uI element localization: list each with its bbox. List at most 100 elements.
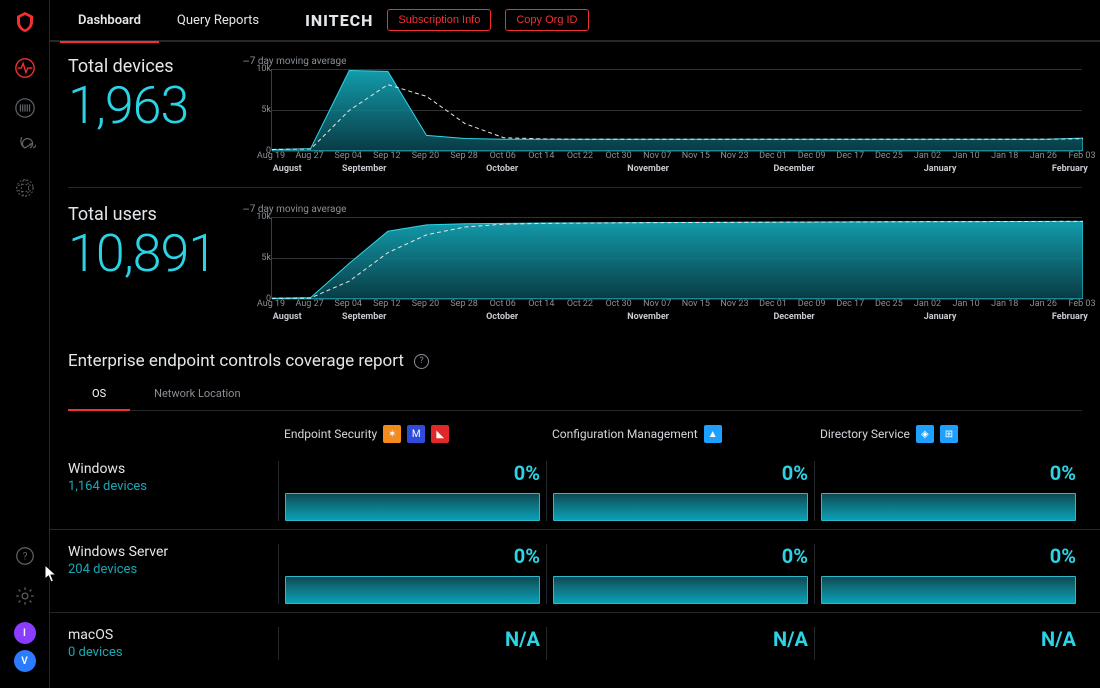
x-tick: Sep 20 (412, 151, 440, 161)
x-month: November (627, 312, 669, 322)
x-tick: Sep 04 (334, 299, 362, 309)
x-tick: Dec 17 (836, 299, 864, 309)
x-month: August (273, 312, 302, 322)
x-month: February (1052, 164, 1088, 174)
org-name: INITECH (305, 11, 373, 30)
nav-item-pulse[interactable] (13, 56, 37, 80)
x-tick: Jan 18 (991, 299, 1018, 309)
metric-row-users: Total users 10,891 7 day moving average … (50, 190, 1100, 333)
x-tick: Sep 04 (334, 151, 362, 161)
x-tick: Nov 07 (643, 299, 671, 309)
coverage-percent: 0% (553, 461, 808, 485)
x-tick: Aug 19 (257, 299, 285, 309)
metric-row-devices: Total devices 1,963 7 day moving average… (50, 42, 1100, 185)
vendor-icon: M (407, 425, 425, 443)
x-tick: Jan 02 (914, 299, 941, 309)
x-month: February (1052, 312, 1088, 322)
tab-query-reports[interactable]: Query Reports (159, 0, 277, 41)
x-month: August (273, 164, 302, 174)
coverage-title: Enterprise endpoint controls coverage re… (68, 351, 404, 371)
x-month: December (773, 312, 814, 322)
users-chart: 10k5k0 (243, 217, 1082, 299)
x-tick: Feb 03 (1068, 299, 1095, 309)
x-tick: Sep 12 (373, 151, 401, 161)
os-name: Windows (68, 461, 278, 477)
subtab-os[interactable]: OS (68, 377, 130, 410)
x-tick: Dec 25 (875, 299, 903, 309)
x-tick: Oct 22 (567, 299, 593, 309)
vendor-icon: ⊞ (940, 425, 958, 443)
x-tick: Sep 28 (450, 151, 478, 161)
x-tick: Nov 15 (682, 299, 710, 309)
coverage-percent: 0% (285, 461, 540, 485)
x-tick: Jan 10 (953, 151, 980, 161)
y-tick: 10k (256, 64, 271, 74)
x-tick: Sep 20 (412, 299, 440, 309)
x-tick: Nov 23 (720, 151, 748, 161)
help-icon[interactable]: ? (13, 544, 37, 568)
coverage-cell: 0% (546, 544, 814, 604)
x-tick: Oct 14 (528, 151, 554, 161)
x-tick: Nov 23 (720, 299, 748, 309)
metric-value: 1,963 (68, 79, 243, 134)
settings-icon[interactable] (13, 584, 37, 608)
nav-item-barcode[interactable] (13, 96, 37, 120)
coverage-percent: 0% (821, 544, 1076, 568)
os-device-count: 0 devices (68, 645, 278, 660)
vendor-icon: ◣ (431, 425, 449, 443)
chart-legend: 7 day moving average (243, 204, 1082, 215)
left-rail: ? IV (0, 0, 50, 688)
x-month: September (342, 164, 386, 174)
coverage-category-label: Endpoint Security (284, 427, 377, 441)
x-tick: Dec 25 (875, 151, 903, 161)
x-month: January (924, 312, 957, 322)
x-tick: Sep 12 (373, 299, 401, 309)
subtab-network-location[interactable]: Network Location (130, 377, 264, 410)
metric-value: 10,891 (68, 227, 243, 282)
svg-text:?: ? (22, 552, 27, 563)
x-tick: Dec 01 (759, 299, 787, 309)
coverage-percent: 0% (821, 461, 1076, 485)
y-tick: 5k (261, 105, 271, 115)
copy-org-id-button[interactable]: Copy Org ID (505, 9, 588, 31)
coverage-cell: 0% (278, 461, 546, 521)
x-tick: Dec 09 (798, 299, 826, 309)
metric-label: Total devices (68, 56, 243, 77)
os-device-count: 1,164 devices (68, 479, 278, 494)
coverage-bar (821, 493, 1076, 521)
avatar[interactable]: V (14, 650, 36, 672)
x-tick: Oct 06 (490, 151, 516, 161)
coverage-category-label: Directory Service (820, 427, 910, 441)
coverage-percent: N/A (821, 627, 1076, 651)
chart-legend: 7 day moving average (243, 56, 1082, 67)
coverage-percent: 0% (285, 544, 540, 568)
os-name: Windows Server (68, 544, 278, 560)
os-device-count: 204 devices (68, 562, 278, 577)
x-tick: Nov 15 (682, 151, 710, 161)
x-tick: Aug 27 (296, 151, 324, 161)
coverage-percent: 0% (553, 544, 808, 568)
x-month: January (924, 164, 957, 174)
tab-dashboard[interactable]: Dashboard (60, 0, 159, 41)
subscription-info-button[interactable]: Subscription Info (387, 9, 491, 31)
coverage-category: Directory Service◈⊞ (814, 425, 1082, 443)
coverage-row: Windows 1,164 devices 0% 0% 0% (50, 453, 1100, 521)
avatar[interactable]: I (14, 622, 36, 644)
coverage-cell: N/A (278, 627, 546, 660)
coverage-bar (553, 493, 808, 521)
coverage-cell: N/A (546, 627, 814, 660)
x-tick: Oct 06 (490, 299, 516, 309)
x-tick: Aug 19 (257, 151, 285, 161)
x-tick: Oct 30 (605, 151, 631, 161)
nav-item-globe[interactable] (13, 176, 37, 200)
coverage-bar (821, 576, 1076, 604)
brand-logo-icon (13, 10, 37, 34)
nav-item-radar[interactable] (13, 136, 37, 160)
vendor-icon: ✶ (383, 425, 401, 443)
coverage-category: Configuration Management▲ (546, 425, 814, 443)
coverage-cell: 0% (546, 461, 814, 521)
help-tooltip-icon[interactable]: ? (414, 354, 429, 369)
os-name: macOS (68, 627, 278, 643)
coverage-row: Windows Server 204 devices 0% 0% 0% (50, 529, 1100, 604)
coverage-category: Endpoint Security ✶ M ◣ (278, 425, 546, 443)
